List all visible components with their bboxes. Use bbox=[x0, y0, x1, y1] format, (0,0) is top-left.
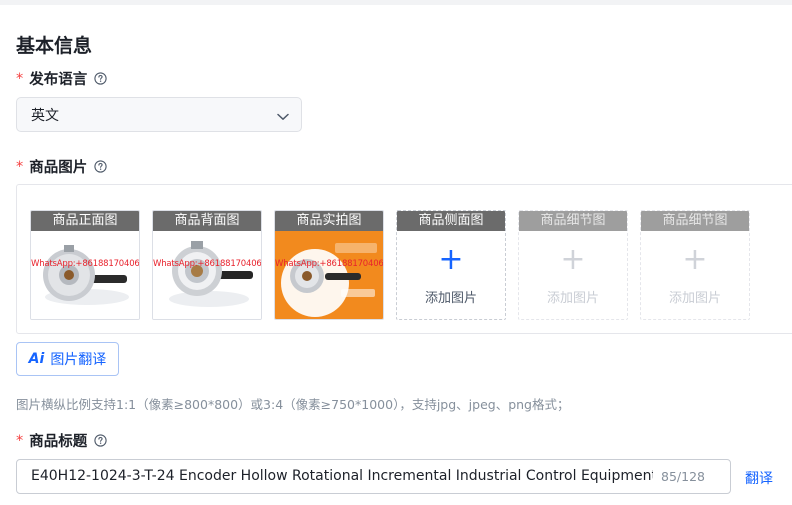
slot-tag: 商品侧面图 bbox=[397, 211, 505, 231]
section-title: 基本信息 bbox=[16, 35, 93, 57]
slot-tag: 商品细节图 bbox=[519, 211, 627, 231]
ai-icon: Ai bbox=[28, 351, 45, 367]
image-slot-front[interactable]: 商品正面图 WhatsApp:+8618817040688 bbox=[30, 210, 140, 320]
images-label: 商品图片 bbox=[29, 160, 88, 176]
required-mark: * bbox=[16, 158, 24, 175]
question-circle-icon[interactable] bbox=[94, 72, 107, 85]
slot-tag: 商品细节图 bbox=[641, 211, 749, 231]
watermark-text: WhatsApp:+8618817040688 bbox=[153, 259, 262, 269]
image-slot-side[interactable]: 商品侧面图 + 添加图片 bbox=[396, 210, 506, 320]
product-photo-encoder-real bbox=[275, 231, 383, 319]
language-label: 发布语言 bbox=[29, 72, 88, 88]
slot-tag: 商品正面图 bbox=[31, 211, 139, 231]
image-slot-detail-2: 商品细节图 + 添加图片 bbox=[640, 210, 750, 320]
add-image-label: 添加图片 bbox=[424, 291, 477, 306]
image-translate-label: 图片翻译 bbox=[50, 352, 107, 368]
watermark-text: WhatsApp:+8618817040688 bbox=[275, 259, 384, 269]
add-image-label: 添加图片 bbox=[546, 291, 599, 306]
image-slot-real-photo[interactable]: 商品实拍图 WhatsApp:+8618817040688 bbox=[274, 210, 384, 320]
product-photo-encoder-front bbox=[31, 231, 139, 319]
language-select[interactable]: 英文 bbox=[16, 97, 302, 132]
required-mark: * bbox=[16, 70, 24, 87]
title-label-row: * 商品标题 bbox=[16, 430, 107, 451]
add-image-label: 添加图片 bbox=[668, 291, 721, 306]
question-circle-icon[interactable] bbox=[94, 160, 107, 173]
slot-tag: 商品实拍图 bbox=[275, 211, 383, 231]
image-slot-detail-1: 商品细节图 + 添加图片 bbox=[518, 210, 628, 320]
question-circle-icon[interactable] bbox=[94, 434, 107, 447]
image-requirements-hint: 图片横纵比例支持1:1（像素≥800*800）或3:4（像素≥750*1000）… bbox=[16, 397, 570, 412]
image-upload-panel: 商品正面图 WhatsApp:+8618817040688 商品背面图 What… bbox=[16, 184, 792, 334]
product-title-input[interactable]: E40H12-1024-3-T-24 Encoder Hollow Rotati… bbox=[16, 459, 731, 494]
language-select-value: 英文 bbox=[31, 107, 59, 124]
image-slot-back[interactable]: 商品背面图 WhatsApp:+8618817040688 bbox=[152, 210, 262, 320]
plus-icon: + bbox=[438, 242, 464, 277]
character-counter: 85/128 bbox=[661, 469, 705, 484]
plus-icon: + bbox=[682, 242, 708, 277]
title-translate-link[interactable]: 翻译 bbox=[745, 468, 773, 488]
required-mark: * bbox=[16, 432, 24, 449]
chevron-down-icon bbox=[277, 109, 289, 125]
basic-info-card: 基本信息 * 发布语言 英文 * 商品图片 商品正面图 WhatsApp:+86… bbox=[0, 5, 792, 505]
plus-icon: + bbox=[560, 242, 586, 277]
slot-tag: 商品背面图 bbox=[153, 211, 261, 231]
language-label-row: * 发布语言 bbox=[16, 68, 107, 89]
product-title-value: E40H12-1024-3-T-24 Encoder Hollow Rotati… bbox=[31, 468, 653, 484]
images-label-row: * 商品图片 bbox=[16, 156, 107, 177]
title-label: 商品标题 bbox=[29, 434, 88, 450]
watermark-text: WhatsApp:+8618817040688 bbox=[31, 259, 140, 269]
image-translate-button[interactable]: Ai 图片翻译 bbox=[16, 342, 119, 376]
product-photo-encoder-back bbox=[153, 231, 261, 319]
